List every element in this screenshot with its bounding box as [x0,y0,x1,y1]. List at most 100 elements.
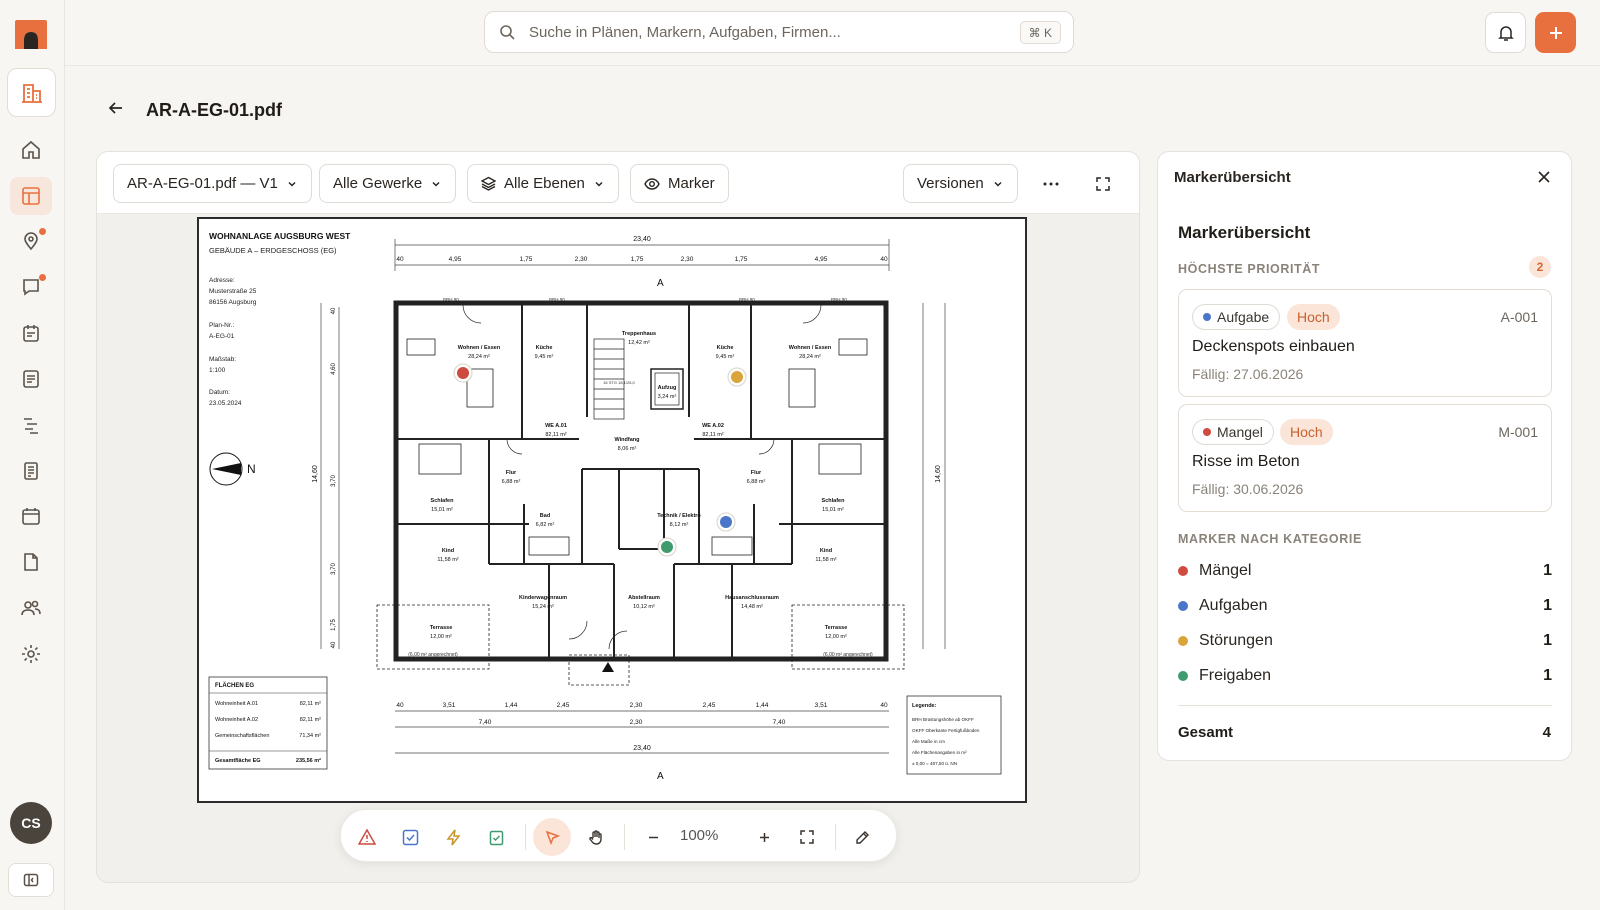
marker-type-chip: Mangel [1192,419,1274,445]
marker-type-chip: Aufgabe [1192,304,1281,330]
marker-card[interactable]: Mangel Hoch M-001 Risse im Beton Fällig:… [1178,404,1552,512]
versions-label: Versionen [917,175,984,192]
plan-marker-aufgabe[interactable] [716,512,736,532]
category-dot [1178,566,1188,576]
total-count: 4 [1542,724,1551,741]
search-shortcut: ⌘ K [1019,21,1061,44]
versions-select[interactable]: Versionen [903,164,1018,203]
plan-marker-freigabe[interactable] [657,537,677,557]
plan-date: 23.05.2024 [209,400,242,407]
layers-filter-select[interactable]: Alle Ebenen [467,164,619,203]
marker-card[interactable]: Aufgabe Hoch A-001 Deckenspots einbauen … [1178,289,1552,397]
areas-table: FLÄCHEN EG Wohneinheit A.01 82,11 m²Wohne… [208,676,328,770]
project-switcher-button[interactable] [7,68,56,117]
areas-row-value: 71,34 m² [299,733,321,739]
legend-lines: BRH Brüstungshöhe ab OKFF OKFF Oberkante … [912,717,980,766]
create-new-button[interactable] [1535,12,1576,53]
add-task-button[interactable] [391,818,429,856]
nav-reports[interactable] [10,452,52,490]
dim-label: 3,51 [815,702,828,709]
fullscreen-button[interactable] [1083,164,1122,203]
collapse-sidebar-button[interactable] [8,863,54,897]
plan-number: A-EG-01 [209,333,235,340]
global-search[interactable]: Suche in Plänen, Markern, Aufgaben, Firm… [484,11,1074,53]
nav-documents[interactable] [10,360,52,398]
category-label: Aufgaben [1199,597,1268,614]
marker-toggle-button[interactable]: Marker [630,164,729,203]
category-row-maengel[interactable]: Mängel 1 [1178,559,1552,583]
category-dot [1178,671,1188,681]
marker-title: Deckenspots einbauen [1192,338,1355,355]
category-row-freigaben[interactable]: Freigaben 1 [1178,664,1552,688]
plan-marker-stoerung[interactable] [727,367,747,387]
nav-files[interactable] [10,543,52,581]
plan-viewer: AR-A-EG-01.pdf — V1 Alle Gewerke Alle Eb… [96,151,1140,883]
nav-messages[interactable] [10,268,52,306]
nav-calendar[interactable] [10,497,52,535]
back-button[interactable] [104,96,128,120]
nav-team[interactable] [10,589,52,627]
room-name: Flur [506,470,517,476]
eye-icon [644,177,660,190]
nav-plans[interactable] [10,177,52,215]
room-name: Windfang [615,437,640,443]
top-bar: Suche in Plänen, Markern, Aufgaben, Firm… [65,0,1600,66]
add-approval-button[interactable] [477,818,515,856]
dim-label: 2,45 [703,702,716,709]
toolbar-divider [835,824,836,850]
search-input[interactable]: Suche in Plänen, Markern, Aufgaben, Firm… [529,24,841,41]
user-avatar[interactable]: CS [10,802,52,844]
section-mark-bottom: A [657,771,664,782]
room-area: 12,00 m² [825,634,847,640]
dim-label: 2,30 [630,719,643,726]
plan-scale-label: Maßstab: [209,356,236,363]
nav-settings[interactable] [10,635,52,673]
toolbar-divider [624,824,625,850]
category-dot [1178,636,1188,646]
file-version-label: AR-A-EG-01.pdf — V1 [127,175,278,192]
areas-row-label: Wohneinheit A.01 [215,701,258,707]
dim-label: 40 [880,702,888,709]
north-arrow-icon [209,452,243,486]
dim-label: 2,30 [575,256,588,263]
category-row-stoerungen[interactable]: Störungen 1 [1178,629,1552,653]
nav-home[interactable] [10,131,52,169]
dim-label: 2,45 [557,702,570,709]
minus-icon [648,836,658,838]
nav-markers[interactable] [10,222,52,260]
zoom-in-button[interactable] [745,818,783,856]
category-count: 1 [1543,562,1552,579]
plus-icon [759,832,769,842]
trades-filter-select[interactable]: Alle Gewerke [319,164,457,203]
app-logo[interactable] [13,18,49,51]
notifications-button[interactable] [1485,12,1526,53]
plan-marker-mangel[interactable] [453,363,473,383]
room-name: WE A.01 [545,423,567,429]
nav-tasks[interactable] [10,314,52,352]
type-dot [1203,428,1211,436]
add-defect-button[interactable] [348,818,386,856]
add-disruption-button[interactable] [434,818,472,856]
chevron-down-icon [994,181,1002,187]
dim-label: 40 [880,256,888,263]
nav-schedule[interactable] [10,406,52,444]
category-row-aufgaben[interactable]: Aufgaben 1 [1178,594,1552,618]
file-version-select[interactable]: AR-A-EG-01.pdf — V1 [113,164,312,203]
pan-tool-button[interactable] [577,818,615,856]
fit-to-screen-button[interactable] [788,818,826,856]
dim-label: 1,44 [505,702,518,709]
close-icon [1538,171,1550,183]
document-list-icon [23,370,39,388]
close-panel-button[interactable] [1531,164,1557,190]
draw-tool-button[interactable] [843,818,881,856]
floor-plan-drawing: WOHNANLAGE AUGSBURG WEST GEBÄUDE A – ERD… [208,231,1002,782]
room-name: Wohnen / Essen [458,345,501,351]
north-label: N [247,462,256,476]
select-tool-button[interactable] [533,818,571,856]
dim-top-labels: 40 4,95 1,75 2,30 1,75 2,30 1,75 4,95 40 [396,256,888,263]
entrance-icon [602,662,614,672]
plan-sheet[interactable]: WOHNANLAGE AUGSBURG WEST GEBÄUDE A – ERD… [197,217,1027,803]
zoom-out-button[interactable] [634,818,672,856]
priority-section-label: HÖCHSTE PRIORITÄT [1178,262,1321,276]
more-options-button[interactable] [1031,164,1070,203]
